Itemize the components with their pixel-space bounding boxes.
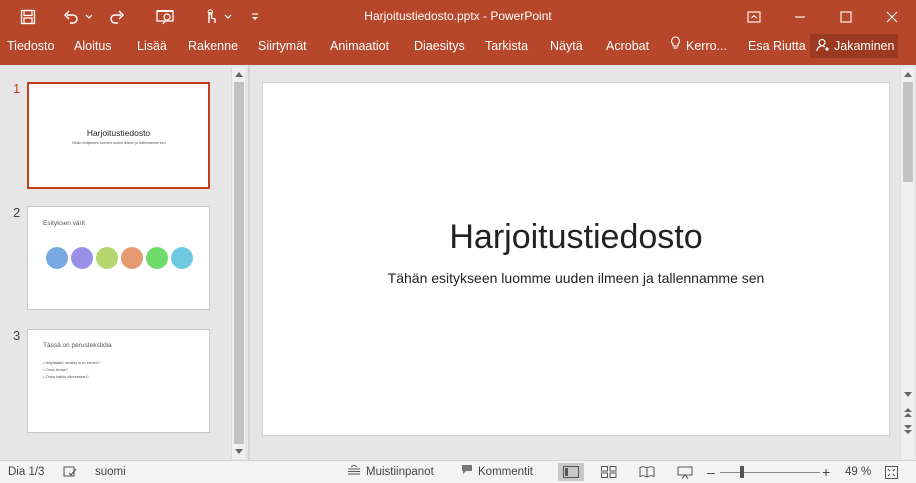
tab-review[interactable]: Tarkista [485, 33, 528, 60]
minimize-icon[interactable] [777, 0, 823, 33]
editor-scrollbar[interactable] [900, 67, 914, 459]
ribbon-tabs: Tiedosto Aloitus Lisää Rakenne Siirtymät… [0, 33, 916, 65]
next-slide-icon[interactable] [901, 422, 915, 436]
scroll-up-icon[interactable] [232, 67, 246, 81]
tab-acrobat[interactable]: Acrobat [606, 33, 649, 60]
tab-home[interactable]: Aloitus [74, 33, 112, 60]
slide-counter[interactable]: Dia 1/3 [8, 461, 44, 483]
notes-label: Muistiinpanot [366, 466, 434, 478]
slide-subtitle[interactable]: Tähän esitykseen luomme uuden ilmeen ja … [263, 270, 889, 286]
zoom-percent[interactable]: 49 % [845, 461, 871, 483]
slide-sorter-icon[interactable] [596, 463, 622, 481]
normal-view-icon[interactable] [558, 463, 584, 481]
zoom-in-button[interactable]: + [822, 461, 830, 483]
color-circle [71, 247, 93, 269]
share-label: Jakaminen [834, 39, 895, 53]
reading-view-icon[interactable] [634, 463, 660, 481]
fit-slide-to-window-icon[interactable] [885, 461, 898, 483]
color-circle [46, 247, 68, 269]
spelling-check-icon[interactable] [63, 461, 77, 483]
tell-me-box[interactable]: Kerro... [670, 33, 727, 60]
thumbnail-title: Harjoitustiedosto [86, 128, 151, 138]
tab-slideshow[interactable]: Diaesitys [414, 33, 465, 60]
ribbon-display-options-icon[interactable] [731, 0, 777, 33]
color-circle [121, 247, 143, 269]
slide-thumbnail-2[interactable]: Esityksen värit [27, 206, 210, 310]
comments-button[interactable]: Kommentit [461, 461, 533, 483]
lightbulb-icon [670, 33, 681, 60]
thumbnail-title: Esityksen värit [43, 220, 85, 227]
close-icon[interactable] [869, 0, 915, 33]
color-circle [171, 247, 193, 269]
tab-transitions[interactable]: Siirtymät [258, 33, 307, 60]
person-icon [816, 38, 830, 55]
previous-slide-icon[interactable] [901, 405, 915, 419]
tab-insert[interactable]: Lisää [137, 33, 167, 60]
title-bar: Harjoitustiedosto.pptx - PowerPoint [0, 0, 916, 33]
zoom-slider[interactable] [720, 472, 820, 473]
scroll-down-icon[interactable] [901, 387, 915, 401]
scroll-down-icon[interactable] [232, 444, 246, 458]
thumbnail-scrollbar[interactable] [231, 67, 245, 459]
thumbnail-bullet: • Onko kivaa? [43, 367, 68, 372]
tab-design[interactable]: Rakenne [188, 33, 238, 60]
zoom-out-button[interactable]: – [707, 461, 715, 483]
tab-animations[interactable]: Animaatiot [330, 33, 389, 60]
scrollbar-thumb[interactable] [234, 82, 244, 444]
tab-view[interactable]: Näytä [550, 33, 583, 60]
thumbnail-bullet: • Näyttääkö ranskis kuin ennen? [43, 360, 101, 365]
slide-thumbnail-3[interactable]: Tässä on perustekstidia • Näyttääkö rans… [27, 329, 210, 433]
slide-number: 1 [13, 81, 21, 96]
notes-button[interactable]: Muistiinpanot [348, 461, 434, 483]
slideshow-view-icon[interactable] [672, 463, 698, 481]
slide-number: 2 [13, 205, 21, 220]
comments-label: Kommentit [478, 466, 533, 478]
share-button[interactable]: Jakaminen [810, 34, 898, 58]
language-indicator[interactable]: suomi [95, 461, 126, 483]
zoom-slider-thumb[interactable] [739, 466, 744, 478]
current-slide[interactable]: Harjoitustiedosto Tähän esitykseen luomm… [262, 82, 890, 436]
slide-thumbnail-1[interactable]: Harjoitustiedosto Tähän esitykseen luomm… [27, 82, 210, 189]
thumbnail-subtitle: Tähän esitykseen luomme uuden ilmeen ja … [71, 141, 166, 145]
thumbnail-title: Tässä on perustekstidia [43, 342, 112, 349]
maximize-icon[interactable] [823, 0, 869, 33]
notes-icon [348, 461, 360, 483]
slide-title[interactable]: Harjoitustiedosto [263, 218, 889, 257]
scroll-up-icon[interactable] [901, 67, 915, 81]
scrollbar-thumb[interactable] [903, 82, 913, 182]
comment-icon [461, 461, 473, 483]
tell-me-label: Kerro... [686, 39, 727, 53]
tab-file[interactable]: Tiedosto [7, 33, 54, 60]
user-name[interactable]: Esa Riutta [748, 33, 806, 60]
color-circle [96, 247, 118, 269]
slide-number: 3 [13, 328, 21, 343]
color-circle [146, 247, 168, 269]
thumbnail-bullet: • Onko kaikki oikeestaan? [43, 374, 89, 379]
status-bar: Dia 1/3 suomi Muistiinpanot Kommentit – … [0, 460, 916, 483]
